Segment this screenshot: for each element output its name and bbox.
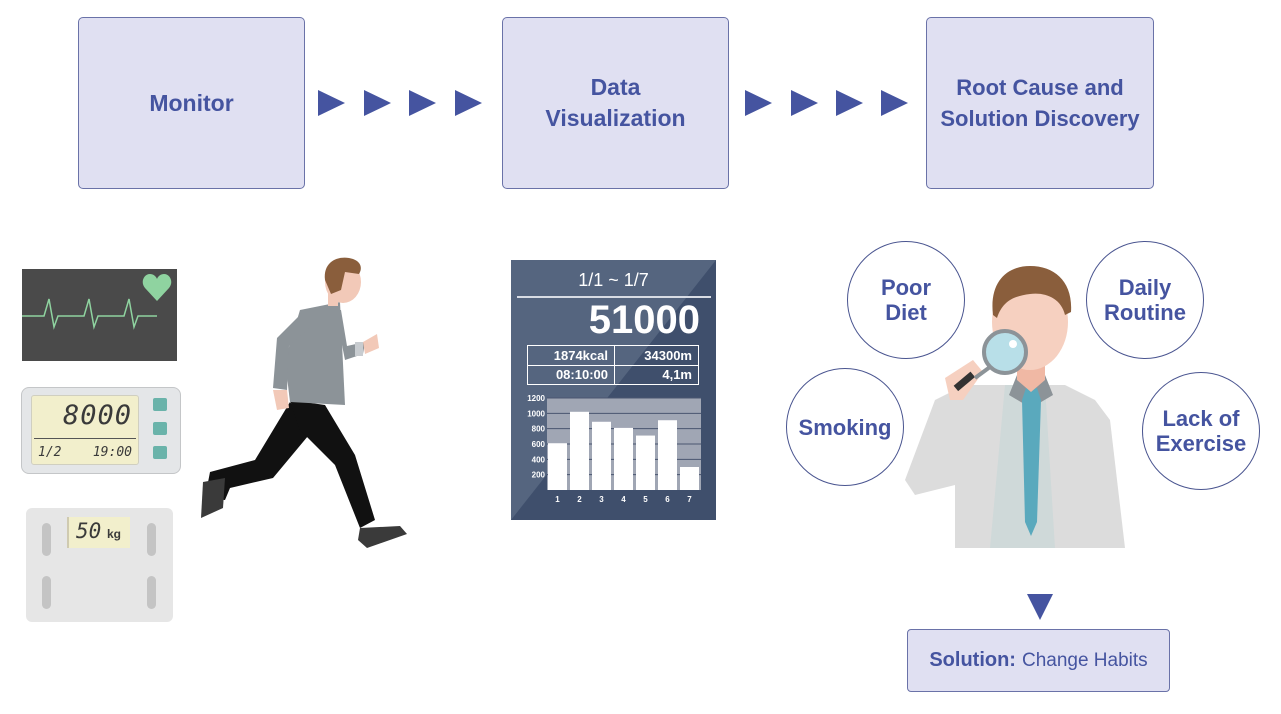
- bar-day-3: [592, 421, 611, 490]
- x-tick-label: 2: [577, 495, 582, 504]
- pedometer-steps: 8000: [62, 400, 132, 431]
- bar-day-6: [658, 420, 677, 490]
- stat-calories: 1874kcal: [553, 348, 608, 363]
- pedometer-button: [153, 398, 167, 411]
- bar-day-5: [636, 435, 655, 490]
- pedometer: 8000 1/2 19:00: [21, 387, 181, 474]
- y-tick-label: 800: [532, 425, 546, 434]
- dashboard-date-range: 1/1 ~ 1/7: [578, 270, 649, 290]
- x-tick-label: 7: [687, 495, 692, 504]
- weekly-bar-chart: 200 400 600 800 1000 1200 1 2 3 4 5 6 7: [527, 394, 701, 504]
- triangle-right-icon: [409, 90, 436, 116]
- y-tick-label: 1200: [527, 394, 545, 403]
- pedometer-date: 1/2: [38, 445, 62, 460]
- pedometer-screen: 8000 1/2 19:00: [31, 395, 139, 465]
- x-tick-label: 3: [599, 495, 604, 504]
- y-tick-label: 400: [532, 455, 546, 464]
- cause-lack-of-exercise-line-1: Lack of: [1162, 406, 1240, 431]
- dashboard-total: 51000: [588, 298, 700, 342]
- triangle-right-icon: [836, 90, 863, 116]
- stats-table: 1874kcal 34300m 08:10:00 4,1m: [527, 345, 699, 385]
- stage-data-visualization-line-1: Data: [590, 74, 641, 100]
- pedometer-time: 19:00: [92, 445, 132, 460]
- stage-data-visualization: Data Visualization: [502, 17, 729, 189]
- running-man-illustration: [201, 257, 407, 548]
- solution-text: Change Habits: [1021, 649, 1148, 671]
- bar-day-4: [614, 427, 633, 490]
- stage-data-visualization-line-2: Visualization: [545, 105, 686, 131]
- stage-root-cause-line-2: Solution Discovery: [940, 106, 1140, 131]
- triangle-right-icon: [791, 90, 818, 116]
- triangle-right-icon: [745, 90, 772, 116]
- investigator-illustration: [905, 266, 1125, 548]
- bar-day-7: [680, 467, 699, 490]
- stage-monitor-label: Monitor: [149, 89, 234, 116]
- bar-day-1: [548, 443, 567, 490]
- triangle-right-icon: [455, 90, 482, 116]
- stage-root-cause-line-1: Root Cause and: [956, 75, 1124, 100]
- scale-weight: 50: [76, 519, 102, 543]
- y-tick-label: 600: [532, 440, 546, 449]
- cause-smoking-line-1: Smoking: [798, 414, 892, 440]
- cause-smoking: Smoking: [786, 368, 904, 486]
- y-tick-label: 200: [532, 471, 546, 480]
- triangle-down-icon: [1027, 594, 1053, 620]
- cause-lack-of-exercise-line-2: Exercise: [1155, 431, 1247, 456]
- stage-monitor: Monitor: [78, 17, 305, 189]
- cause-lack-of-exercise: Lack of Exercise: [1142, 372, 1260, 490]
- pedometer-button: [153, 446, 167, 459]
- pedometer-button: [153, 422, 167, 435]
- triangle-right-icon: [318, 90, 345, 116]
- triangle-right-icon: [364, 90, 391, 116]
- x-tick-label: 5: [643, 495, 648, 504]
- scale-pad: [42, 576, 51, 609]
- scale-pad: [42, 523, 51, 556]
- scale-pad: [147, 523, 156, 556]
- solution-box: Solution: Change Habits: [907, 629, 1170, 692]
- scale-unit: kg: [107, 527, 122, 541]
- stat-stride: 4,1m: [662, 367, 692, 382]
- x-tick-label: 4: [621, 495, 626, 504]
- heart-icon: [142, 274, 172, 301]
- scale-pad: [147, 576, 156, 609]
- stat-distance: 34300m: [644, 348, 692, 363]
- x-tick-label: 6: [665, 495, 670, 504]
- activity-dashboard: 1/1 ~ 1/7 51000 1874kcal 34300m 08:10:00…: [511, 260, 716, 520]
- y-tick-label: 1000: [527, 409, 545, 418]
- scale-screen: 50 kg: [67, 517, 130, 548]
- stage-root-cause: Root Cause and Solution Discovery: [926, 17, 1154, 189]
- pedometer-divider: [34, 438, 136, 439]
- bar-day-2: [570, 411, 589, 490]
- stat-duration: 08:10:00: [555, 367, 608, 382]
- triangle-right-icon: [881, 90, 908, 116]
- x-tick-label: 1: [555, 495, 560, 504]
- weight-scale: 50 kg: [26, 508, 173, 622]
- heart-monitor: [22, 269, 177, 361]
- solution-prefix: Solution:: [929, 649, 1016, 671]
